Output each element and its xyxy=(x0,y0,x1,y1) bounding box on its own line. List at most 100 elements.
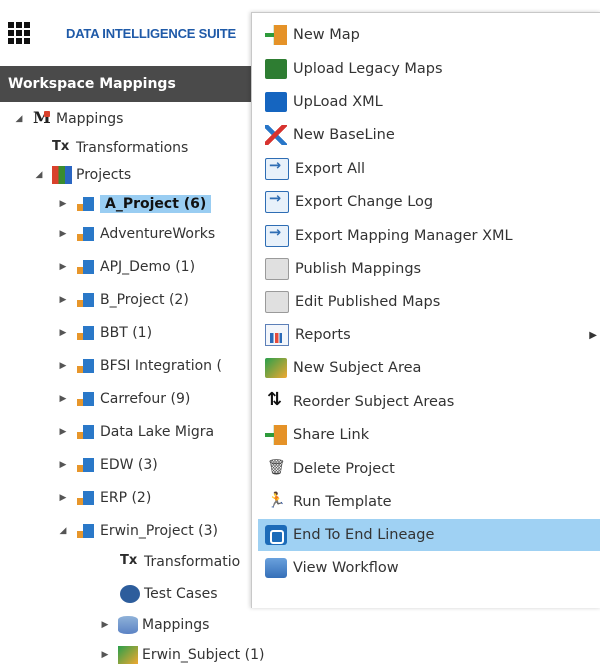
menu-item-export-mapping-manager-xml[interactable]: Export Mapping Manager XML xyxy=(258,220,600,252)
collapse-icon[interactable]: ◢ xyxy=(34,170,44,180)
export-icon xyxy=(265,191,289,213)
mappings-db-icon xyxy=(118,616,138,634)
menu-item-label: Export Mapping Manager XML xyxy=(295,228,513,244)
menu-item-label: End To End Lineage xyxy=(293,527,435,543)
expand-icon[interactable]: ▶ xyxy=(100,620,110,630)
project-icon xyxy=(76,390,96,408)
menu-item-upload-xml[interactable]: UpLoad XML xyxy=(258,86,600,118)
tree-root-mappings[interactable]: ◢ Mappings xyxy=(14,104,124,134)
tree-project-row[interactable]: ▶ A_Project (6) xyxy=(58,189,212,219)
tree-project-row[interactable]: ▶ AdventureWorks xyxy=(58,219,216,249)
subject-area-icon xyxy=(265,358,287,378)
menu-item-label: Reports xyxy=(295,327,351,343)
new-map-icon xyxy=(265,25,287,45)
menu-item-edit-published-maps[interactable]: Edit Published Maps xyxy=(258,286,600,318)
publish-icon xyxy=(265,291,289,313)
tree-label: Erwin_Subject (1) xyxy=(142,647,265,663)
tree-label: Mappings xyxy=(56,111,124,127)
tree-project-row[interactable]: ▶ Data Lake Migra xyxy=(58,417,215,447)
menu-item-label: Reorder Subject Areas xyxy=(293,394,455,410)
tree-label: BBT (1) xyxy=(100,325,153,341)
project-icon xyxy=(76,225,96,243)
tree-label: Projects xyxy=(76,167,132,183)
tree-project-row[interactable]: ▶ BBT (1) xyxy=(58,318,153,348)
expand-icon[interactable]: ▶ xyxy=(58,229,68,239)
project-icon xyxy=(76,456,96,474)
tree-item-projects[interactable]: ◢ Projects xyxy=(34,160,131,190)
menu-item-label: New Subject Area xyxy=(293,360,422,376)
reorder-icon xyxy=(265,389,287,412)
expand-icon[interactable]: ▶ xyxy=(100,650,110,660)
export-icon xyxy=(265,225,289,247)
app-grid-icon[interactable] xyxy=(8,22,30,44)
expand-icon[interactable]: ▶ xyxy=(58,199,68,209)
tree-child-row[interactable]: ▶ Erwin_Subject (1) xyxy=(100,640,264,670)
tree-child-row[interactable]: Transformatio xyxy=(120,547,240,577)
collapse-icon[interactable]: ◢ xyxy=(58,526,68,536)
expand-icon[interactable]: ▶ xyxy=(58,295,68,305)
app-title: DATA INTELLIGENCE SUITE xyxy=(66,26,236,41)
project-icon xyxy=(76,357,96,375)
menu-item-label: New BaseLine xyxy=(293,127,395,143)
expand-icon[interactable]: ▶ xyxy=(58,361,68,371)
menu-item-new-map[interactable]: New Map xyxy=(258,19,600,51)
tree-project-row[interactable]: ▶ APJ_Demo (1) xyxy=(58,252,196,282)
collapse-icon[interactable]: ◢ xyxy=(14,114,24,124)
menu-item-run-template[interactable]: Run Template xyxy=(258,486,600,518)
context-menu: New Map Upload Legacy Maps UpLoad XML Ne… xyxy=(251,12,600,608)
menu-item-new-subject-area[interactable]: New Subject Area xyxy=(258,352,600,384)
project-icon xyxy=(76,489,96,507)
expand-icon[interactable]: ▶ xyxy=(58,394,68,404)
tree-label: Transformations xyxy=(76,140,189,156)
menu-item-label: Edit Published Maps xyxy=(295,294,441,310)
menu-item-publish-mappings[interactable]: Publish Mappings xyxy=(258,253,600,285)
mappings-root-icon xyxy=(32,108,52,128)
tree-label: Test Cases xyxy=(144,586,218,602)
tree-project-row[interactable]: ▶ BFSI Integration ( xyxy=(58,351,222,381)
menu-item-label: Publish Mappings xyxy=(295,261,422,277)
expand-icon[interactable]: ▶ xyxy=(58,460,68,470)
menu-item-label: Upload Legacy Maps xyxy=(293,61,443,77)
tree-project-row[interactable]: ◢ Erwin_Project (3) xyxy=(58,516,218,546)
project-icon xyxy=(76,258,96,276)
menu-item-end-to-end-lineage[interactable]: End To End Lineage xyxy=(258,519,600,551)
menu-item-export-all[interactable]: Export All xyxy=(258,153,600,185)
project-icon xyxy=(76,324,96,342)
tree-child-row[interactable]: Test Cases xyxy=(120,579,218,609)
menu-item-share-link[interactable]: Share Link xyxy=(258,419,600,451)
tree-label: AdventureWorks xyxy=(100,226,216,242)
menu-item-reports[interactable]: Reports ▶ xyxy=(258,319,600,351)
tree-label: ERP (2) xyxy=(100,490,152,506)
tree-label: Carrefour (9) xyxy=(100,391,191,407)
tree-item-transformations[interactable]: Transformations xyxy=(52,133,188,163)
tree-label: Transformatio xyxy=(144,554,241,570)
xml-upload-icon xyxy=(265,92,287,112)
lineage-icon xyxy=(265,525,287,545)
menu-item-label: Export All xyxy=(295,161,366,177)
expand-icon[interactable]: ▶ xyxy=(58,493,68,503)
expand-icon[interactable]: ▶ xyxy=(58,427,68,437)
menu-item-delete-project[interactable]: Delete Project xyxy=(258,453,600,485)
menu-item-export-change-log[interactable]: Export Change Log xyxy=(258,186,600,218)
expand-icon[interactable]: ▶ xyxy=(58,328,68,338)
menu-item-new-baseline[interactable]: New BaseLine xyxy=(258,119,600,151)
workspace-title: Workspace Mappings xyxy=(8,76,176,92)
run-icon xyxy=(265,491,287,512)
menu-item-label: View Workflow xyxy=(293,560,399,576)
tree-project-row[interactable]: ▶ EDW (3) xyxy=(58,450,158,480)
tree-project-row[interactable]: ▶ B_Project (2) xyxy=(58,285,189,315)
menu-item-label: New Map xyxy=(293,27,360,43)
menu-item-reorder-subject-areas[interactable]: Reorder Subject Areas xyxy=(258,386,600,418)
baseline-icon xyxy=(265,125,287,145)
tree-project-row[interactable]: ▶ Carrefour (9) xyxy=(58,384,191,414)
expand-icon[interactable]: ▶ xyxy=(58,262,68,272)
share-link-icon xyxy=(265,425,287,445)
workflow-icon xyxy=(265,558,287,578)
menu-item-view-workflow[interactable]: View Workflow xyxy=(258,552,600,584)
menu-item-upload-legacy-maps[interactable]: Upload Legacy Maps xyxy=(258,53,600,85)
tree-child-row[interactable]: ▶ Mappings xyxy=(100,610,209,640)
projects-icon xyxy=(52,166,72,184)
tree-label: APJ_Demo (1) xyxy=(100,259,196,275)
tree-project-row[interactable]: ▶ ERP (2) xyxy=(58,483,152,513)
reports-icon xyxy=(265,324,289,346)
